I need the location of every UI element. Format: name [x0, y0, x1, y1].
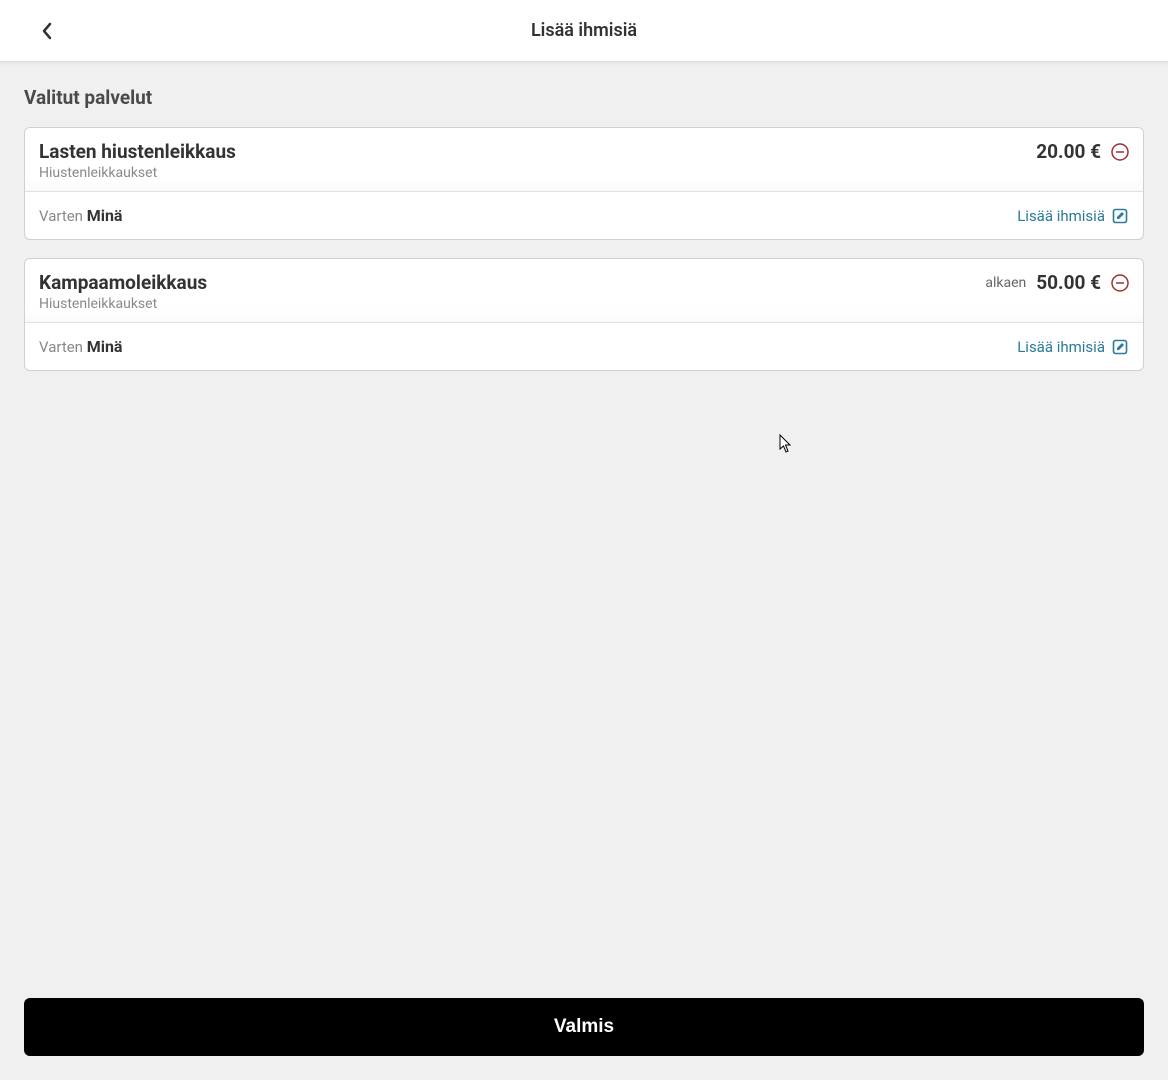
remove-button[interactable]: [1111, 143, 1129, 161]
remove-circle-icon: [1111, 274, 1129, 292]
for-label: Varten: [39, 207, 87, 225]
for-label: Varten: [39, 338, 87, 356]
remove-button[interactable]: [1111, 274, 1129, 292]
add-people-link[interactable]: Lisää ihmisiä: [1017, 207, 1129, 225]
footer: Valmis: [24, 998, 1144, 1056]
edit-icon: [1111, 338, 1129, 356]
service-card: Lasten hiustenleikkaus Hiustenleikkaukse…: [24, 127, 1144, 240]
price-prefix: alkaen: [985, 275, 1026, 291]
back-button[interactable]: [35, 19, 59, 43]
service-info: Kampaamoleikkaus Hiustenleikkaukset: [39, 271, 207, 312]
service-bottom: Varten Minä Lisää ihmisiä: [25, 323, 1143, 370]
for-text-wrapper: Varten Minä: [39, 206, 122, 225]
service-card: Kampaamoleikkaus Hiustenleikkaukset alka…: [24, 258, 1144, 371]
service-price: 20.00 €: [1036, 140, 1101, 163]
service-category: Hiustenleikkaukset: [39, 165, 236, 181]
service-info: Lasten hiustenleikkaus Hiustenleikkaukse…: [39, 140, 236, 181]
service-category: Hiustenleikkaukset: [39, 296, 207, 312]
add-people-label: Lisää ihmisiä: [1017, 338, 1105, 356]
add-people-link[interactable]: Lisää ihmisiä: [1017, 338, 1129, 356]
service-price-area: 20.00 €: [1036, 140, 1129, 163]
add-people-label: Lisää ihmisiä: [1017, 207, 1105, 225]
cursor-icon: [779, 434, 795, 454]
service-name: Kampaamoleikkaus: [39, 271, 207, 294]
done-button[interactable]: Valmis: [24, 998, 1144, 1056]
service-price: 50.00 €: [1036, 271, 1101, 294]
service-name: Lasten hiustenleikkaus: [39, 140, 236, 163]
service-top: Kampaamoleikkaus Hiustenleikkaukset alka…: [25, 259, 1143, 323]
for-name: Minä: [87, 206, 123, 225]
remove-circle-icon: [1111, 143, 1129, 161]
section-title: Valitut palvelut: [24, 86, 1144, 109]
chevron-left-icon: [40, 21, 54, 41]
content: Valitut palvelut Lasten hiustenleikkaus …: [0, 62, 1168, 413]
page-title: Lisää ihmisiä: [20, 20, 1148, 41]
service-top: Lasten hiustenleikkaus Hiustenleikkaukse…: [25, 128, 1143, 192]
service-price-area: alkaen 50.00 €: [985, 271, 1129, 294]
service-bottom: Varten Minä Lisää ihmisiä: [25, 192, 1143, 239]
header: Lisää ihmisiä: [0, 0, 1168, 62]
for-text-wrapper: Varten Minä: [39, 337, 122, 356]
edit-icon: [1111, 207, 1129, 225]
for-name: Minä: [87, 337, 123, 356]
